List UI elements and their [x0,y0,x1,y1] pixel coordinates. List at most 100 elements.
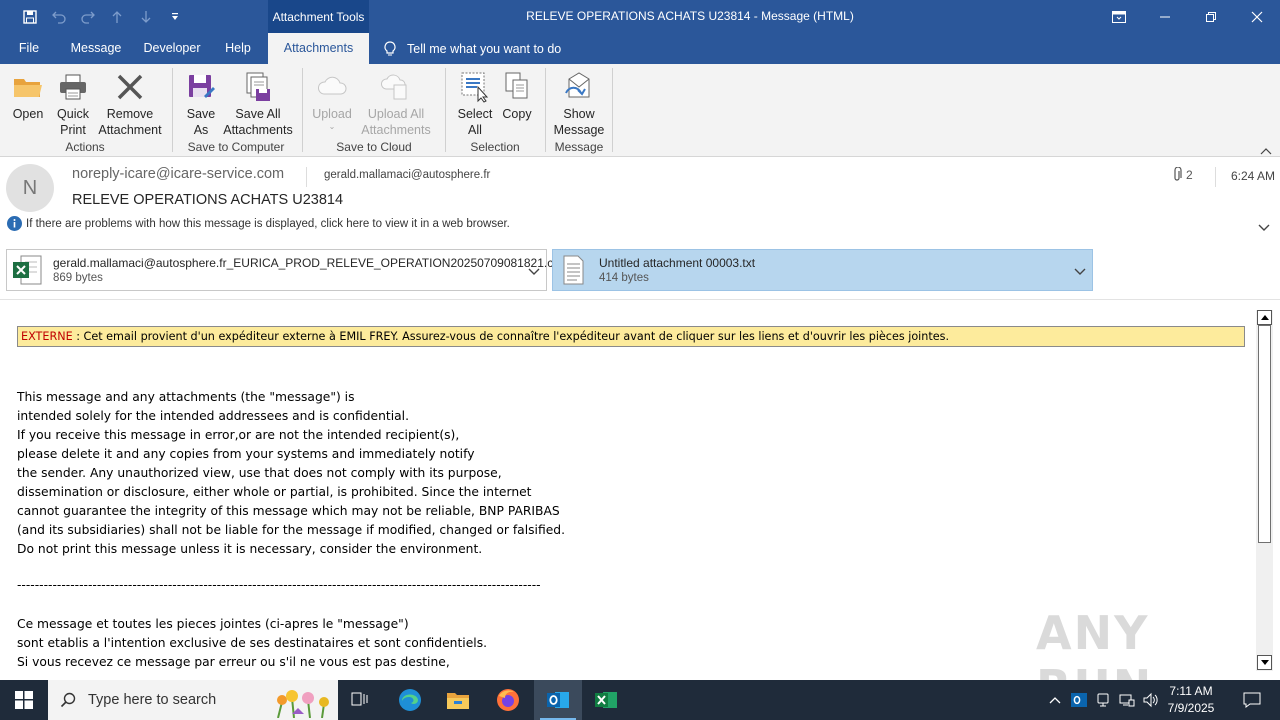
search-icon [60,692,76,708]
device-icon[interactable] [1092,680,1114,720]
remove-attachment-label-1: Remove [106,107,154,121]
ribbon: Open Quick Print Remove Attachment Actio… [0,64,1280,157]
show-hidden-icons-icon[interactable] [1044,680,1066,720]
upload-button[interactable]: Upload ⌄ [310,68,354,132]
avatar[interactable]: N [6,164,54,212]
taskbar-search-box[interactable]: Type here to search [48,680,338,720]
tell-me-search[interactable]: Tell me what you want to do [383,33,561,64]
show-message-label-2: Message [553,123,605,137]
expand-header-icon[interactable] [1258,221,1270,235]
recipient-address[interactable]: gerald.mallamaci@autosphere.fr [324,169,490,181]
scroll-up-icon[interactable] [1257,310,1272,325]
remove-attachment-button[interactable]: Remove Attachment [96,68,164,138]
attachment-item[interactable]: gerald.mallamaci@autosphere.fr_EURICA_PR… [6,249,565,291]
taskbar-clock[interactable]: 7:11 AM 7/9/2025 [1160,683,1222,717]
external-warning-text: : Cet email provient d'un expéditeur ext… [72,330,950,343]
group-save-to-cloud-label: Save to Cloud [336,140,412,154]
display-problem-notice[interactable]: If there are problems with how this mess… [7,216,510,231]
close-icon[interactable] [1234,0,1280,33]
chevron-down-icon[interactable] [528,265,540,279]
ribbon-display-options-icon[interactable] [1096,0,1142,33]
folder-open-icon [11,68,45,106]
tab-help[interactable]: Help [218,33,258,64]
undo-icon[interactable] [44,0,73,33]
firefox-icon[interactable] [484,680,532,720]
open-label: Open [12,107,44,121]
show-message-label-1: Show [563,107,595,121]
upload-all-label-2-text: Attachments [361,123,431,137]
select-all-label-2: All [468,123,482,137]
external-label: EXTERNE [21,330,73,343]
scroll-down-icon[interactable] [1257,655,1272,670]
printer-icon [56,68,90,106]
open-button[interactable]: Open [8,68,48,122]
restore-icon[interactable] [1188,0,1234,33]
redo-icon[interactable] [73,0,102,33]
up-arrow-icon[interactable] [102,0,131,33]
network-icon[interactable] [1116,680,1138,720]
info-icon [7,216,22,231]
tab-file[interactable]: File [10,33,48,64]
save-icon[interactable] [15,0,44,33]
show-message-icon [562,68,596,106]
save-all-label-2: Attachments [223,123,293,137]
attachment-item[interactable]: Untitled attachment 00003.txt 414 bytes [552,249,1093,291]
quick-print-button[interactable]: Quick Print [52,68,94,138]
customize-qat-icon[interactable] [160,0,189,33]
tab-developer[interactable]: Developer [138,33,206,64]
save-as-label-1: Save [186,107,216,121]
group-selection-label: Selection [470,140,520,154]
file-explorer-icon[interactable] [434,680,482,720]
text-file-icon [557,254,589,286]
divider [1215,167,1216,187]
received-time: 6:24 AM [1231,169,1276,183]
copy-label: Copy [502,107,532,121]
cloud-upload-all-icon [379,68,413,106]
scroll-thumb[interactable] [1258,325,1271,543]
vertical-scrollbar[interactable] [1256,310,1273,671]
outlook-tray-icon[interactable] [1068,680,1090,720]
group-separator [302,68,303,152]
quick-print-label-1: Quick [57,107,89,121]
external-sender-banner: EXTERNE : Cet email provient d'un expédi… [17,326,1245,347]
quick-print-label-2: Print [60,123,86,137]
save-all-label-1: Save All [235,107,281,121]
chevron-down-icon[interactable] [1074,265,1086,279]
cloud-upload-icon [315,68,349,106]
remove-attachment-label-2: Attachment [98,123,162,137]
select-all-button[interactable]: Select All [454,68,496,138]
down-arrow-icon[interactable] [131,0,160,33]
attachment-name: Untitled attachment 00003.txt [599,256,756,270]
volume-icon[interactable] [1140,680,1162,720]
paperclip-icon [1174,167,1182,181]
group-message-label: Message [554,140,604,154]
message-subject: RELEVE OPERATIONS ACHATS U23814 [72,192,344,208]
sender-address[interactable]: noreply-icare@icare-service.com [72,166,284,182]
windows-start-icon[interactable] [0,680,48,720]
attachment-tools-context: Attachment Tools [268,0,369,33]
attachment-name: gerald.mallamaci@autosphere.fr_EURICA_PR… [53,256,566,270]
show-message-button[interactable]: Show Message [552,68,606,138]
title-bar: Attachment Tools RELEVE OPERATIONS ACHAT… [0,0,1280,33]
edge-browser-icon[interactable] [386,680,434,720]
upload-label: Upload [312,107,352,121]
collapse-ribbon-icon[interactable] [1260,144,1272,158]
notification-center-icon[interactable] [1232,680,1272,720]
message-header: N noreply-icare@icare-service.com gerald… [0,157,1280,245]
task-view-icon[interactable] [336,680,384,720]
separator-line: ----------------------------------------… [17,578,541,592]
tell-me-label: Tell me what you want to do [407,41,562,56]
excel-taskbar-icon[interactable] [582,680,630,720]
outlook-taskbar-icon[interactable] [534,680,582,720]
save-all-attachments-button[interactable]: Save All Attachments [222,68,294,138]
clock-time: 7:11 AM [1169,684,1213,698]
copy-icon [500,68,534,106]
save-as-button[interactable]: Save As [182,68,220,138]
minimize-icon[interactable] [1142,0,1188,33]
remove-x-icon [113,68,147,106]
tab-message[interactable]: Message [64,33,128,64]
tab-attachments[interactable]: Attachments [268,33,369,64]
save-as-label-2: As [193,123,209,137]
copy-button[interactable]: Copy [500,68,534,122]
ribbon-tabs: File Message Developer Help Attachments … [0,33,1280,64]
